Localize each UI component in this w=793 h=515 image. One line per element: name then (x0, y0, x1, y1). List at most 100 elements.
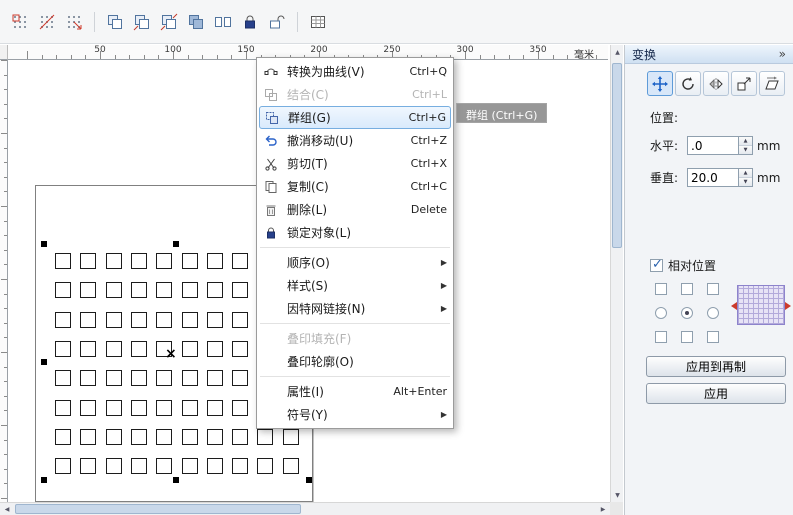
relative-position-label: 相对位置 (668, 259, 717, 273)
anchor-square-checkbox[interactable] (707, 331, 719, 343)
skew-tool-button[interactable] (759, 71, 785, 96)
horizontal-scroll-thumb[interactable] (15, 504, 301, 514)
unlock-object-icon[interactable] (265, 10, 289, 34)
selection-handle[interactable] (41, 477, 47, 483)
ruler-tick (56, 55, 58, 59)
apply-to-duplicate-button[interactable]: 应用到再制 (646, 356, 786, 377)
relative-position-row[interactable]: 相对位置 (650, 257, 716, 274)
scroll-up-icon[interactable]: ▲ (611, 45, 624, 59)
ruler-tick (4, 249, 7, 251)
scale-mirror-tool-button[interactable] (703, 71, 729, 96)
menu-item[interactable]: 复制(C) Ctrl+C (257, 175, 453, 198)
anchor-square-checkbox[interactable] (655, 283, 667, 295)
anchor-point-grid (655, 283, 725, 345)
convert-to-curves-icon (261, 64, 281, 80)
menu-item[interactable]: 锁定对象(L) (257, 221, 453, 244)
ruler-origin-corner[interactable] (0, 45, 8, 60)
ruler-tick (4, 410, 7, 412)
selection-handle[interactable] (306, 477, 312, 483)
grid-square (232, 458, 249, 475)
grid-square (156, 311, 173, 328)
docker-collapse-icon[interactable]: » (779, 47, 786, 61)
ruler-tick (494, 55, 496, 59)
spin-up-icon[interactable]: ▲ (739, 169, 752, 177)
horizontal-value-input[interactable] (687, 136, 739, 155)
vertical-scrollbar[interactable]: ▲ ▼ (610, 45, 623, 502)
anchor-square-checkbox[interactable] (655, 331, 667, 343)
spin-up-icon[interactable]: ▲ (739, 137, 752, 145)
menu-item[interactable]: 转换为曲线(V) Ctrl+Q (257, 60, 453, 83)
horizontal-spinner[interactable]: ▲ ▼ (739, 136, 753, 155)
ruler-tick (523, 55, 525, 59)
snap-to-objects-icon[interactable] (62, 10, 86, 34)
ruler-tick (1, 279, 7, 280)
grid-square (181, 399, 198, 416)
anchor-square-checkbox[interactable] (681, 283, 693, 295)
menu-item-label: 叠印轮廓(O) (287, 355, 354, 369)
menu-item-label: 复制(C) (287, 180, 329, 194)
menu-shortcut: Ctrl+Z (410, 134, 447, 147)
menu-item[interactable]: 因特网链接(N) ▶ (257, 297, 453, 320)
menu-shortcut: Delete (410, 203, 447, 216)
selection-handle[interactable] (41, 241, 47, 247)
menu-item[interactable]: 符号(Y) ▶ (257, 403, 453, 426)
selection-center-mark[interactable]: × (165, 346, 177, 362)
snap-to-guidelines-icon[interactable] (35, 10, 59, 34)
spin-down-icon[interactable]: ▼ (739, 145, 752, 154)
menu-item[interactable]: 属性(I) Alt+Enter (257, 380, 453, 403)
selection-handle[interactable] (173, 477, 179, 483)
grid-square (232, 253, 249, 269)
grid-square (156, 282, 173, 299)
menu-item: 结合(C) Ctrl+L (257, 83, 453, 106)
scroll-right-icon[interactable]: ▶ (596, 503, 610, 515)
menu-separator (260, 323, 450, 324)
rotate-tool-button[interactable] (675, 71, 701, 96)
transform-preview-graphic (731, 285, 791, 325)
relative-position-checkbox[interactable] (650, 257, 663, 272)
menu-separator (260, 376, 450, 377)
vertical-scroll-thumb[interactable] (612, 63, 622, 248)
anchor-circle-checkbox[interactable] (707, 307, 719, 319)
grid-square (156, 370, 173, 387)
spin-down-icon[interactable]: ▼ (739, 177, 752, 186)
selection-handle[interactable] (173, 241, 179, 247)
menu-item[interactable]: 群组(G) Ctrl+G (259, 106, 451, 129)
snap-to-grid-icon[interactable] (8, 10, 32, 34)
menu-item[interactable]: 剪切(T) Ctrl+X (257, 152, 453, 175)
lock-object-icon[interactable] (238, 10, 262, 34)
anchor-circle-dot-checkbox[interactable] (681, 307, 693, 319)
position-tool-button[interactable] (647, 71, 673, 96)
horizontal-scrollbar[interactable]: ◀ ▶ (0, 502, 610, 515)
vertical-spinner[interactable]: ▲ ▼ (739, 168, 753, 187)
selection-handle[interactable] (41, 359, 47, 365)
scroll-left-icon[interactable]: ◀ (0, 503, 14, 515)
ruler-tick (1, 206, 7, 207)
ruler-tick (41, 55, 43, 59)
apply-button[interactable]: 应用 (646, 383, 786, 404)
anchor-circle-checkbox[interactable] (655, 307, 667, 319)
menu-item[interactable]: 顺序(O) ▶ (257, 251, 453, 274)
menu-item[interactable]: 删除(L) Delete (257, 198, 453, 221)
ungroup-icon[interactable] (130, 10, 154, 34)
table-tool-icon[interactable] (306, 10, 330, 34)
menu-item[interactable]: 样式(S) ▶ (257, 274, 453, 297)
combine-icon[interactable] (184, 10, 208, 34)
break-apart-icon[interactable] (211, 10, 235, 34)
grid-square (257, 428, 274, 445)
vertical-ruler[interactable] (0, 60, 8, 502)
anchor-square-checkbox[interactable] (707, 283, 719, 295)
menu-shortcut: Ctrl+L (412, 88, 447, 101)
group-icon[interactable] (103, 10, 127, 34)
size-tool-button[interactable] (731, 71, 757, 96)
grid-square (232, 428, 249, 445)
menu-item-label: 叠印填充(F) (287, 332, 352, 346)
menu-item-label: 转换为曲线(V) (287, 65, 365, 79)
menu-item[interactable]: 撤消移动(U) Ctrl+Z (257, 129, 453, 152)
group-icon (262, 110, 282, 126)
scroll-down-icon[interactable]: ▼ (611, 488, 624, 502)
anchor-square-checkbox[interactable] (681, 331, 693, 343)
grid-square (156, 428, 173, 445)
vertical-value-input[interactable] (687, 168, 739, 187)
ungroup-all-icon[interactable] (157, 10, 181, 34)
menu-item[interactable]: 叠印轮廓(O) (257, 350, 453, 373)
